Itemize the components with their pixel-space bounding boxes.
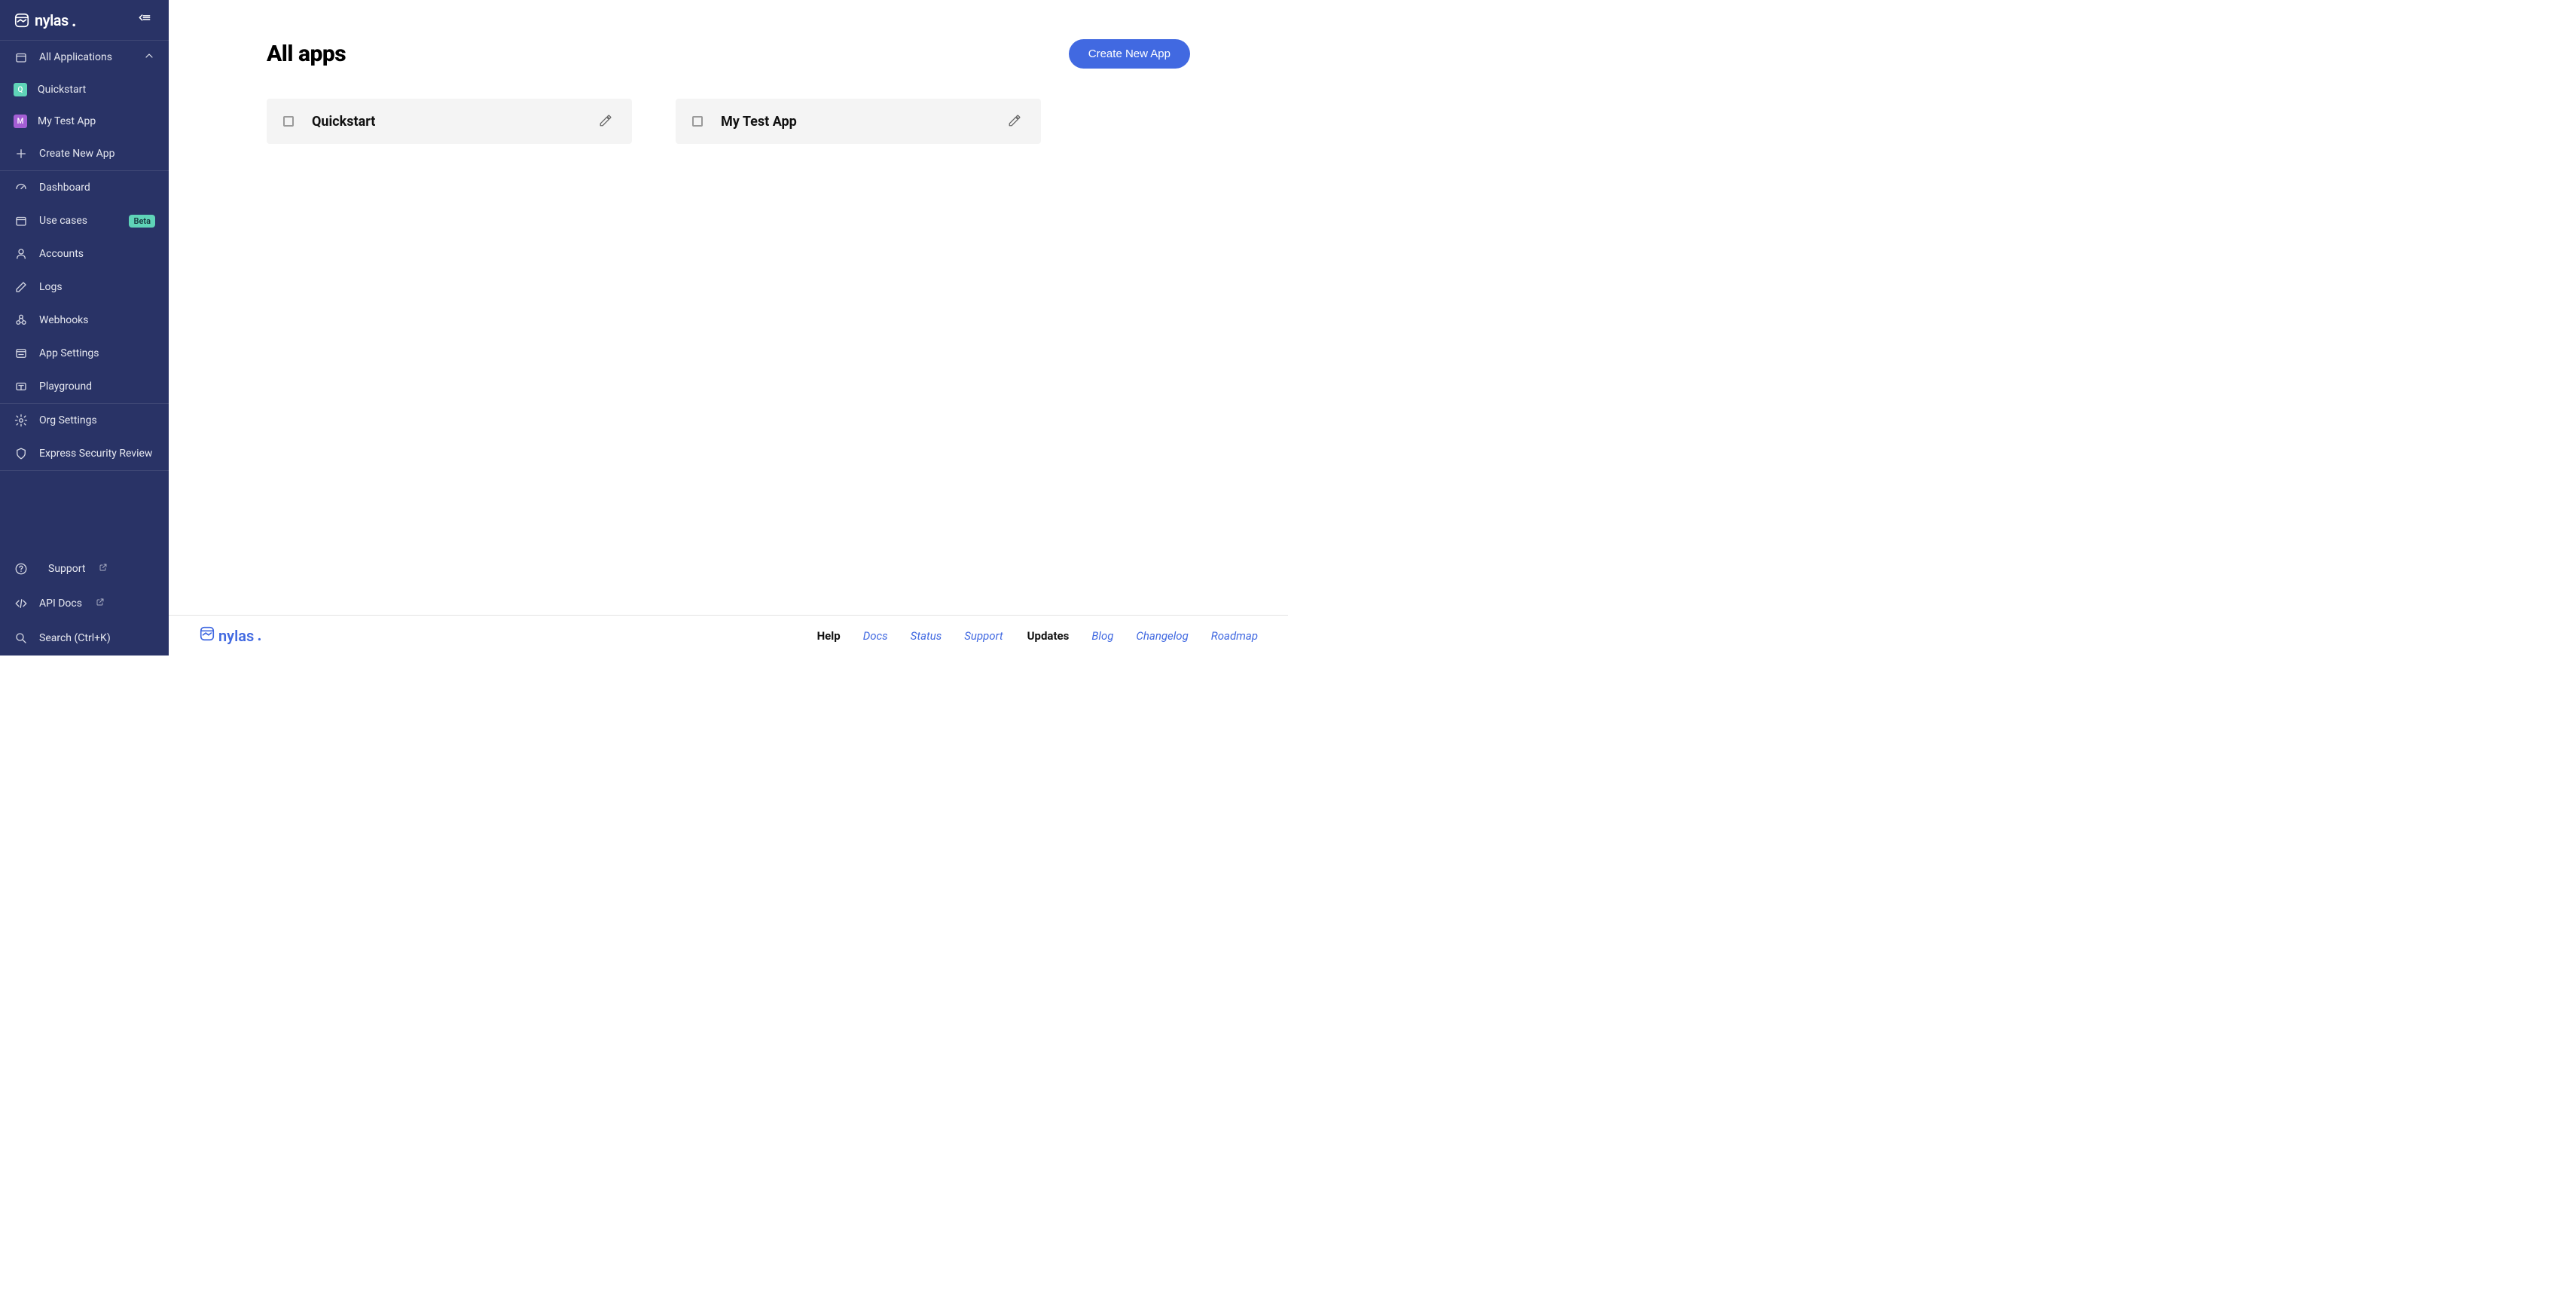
app-thumb-icon	[692, 116, 703, 127]
sidebar-item-security-review[interactable]: Express Security Review	[0, 437, 169, 470]
chevron-up-icon	[143, 50, 155, 65]
sidebar-item-label: App Settings	[39, 347, 155, 359]
sidebar-item-use-cases[interactable]: Use cases Beta	[0, 204, 169, 237]
code-icon	[14, 596, 29, 611]
sidebar-item-label: Logs	[39, 281, 155, 293]
footer-logo[interactable]: nylas.	[199, 625, 262, 646]
external-link-icon	[99, 563, 108, 575]
app-initial-badge: Q	[14, 83, 27, 96]
footer-link-docs[interactable]: Docs	[863, 629, 888, 643]
external-link-icon	[96, 597, 105, 610]
sidebar-item-label: Express Security Review	[39, 448, 155, 460]
search-icon	[14, 631, 29, 646]
sidebar-item-label: Org Settings	[39, 414, 155, 426]
page-title: All apps	[267, 41, 346, 67]
user-icon	[14, 246, 29, 261]
sidebar-item-all-applications[interactable]: All Applications	[0, 41, 169, 74]
sidebar-item-app-settings[interactable]: App Settings	[0, 337, 169, 370]
app-card-name: My Test App	[721, 114, 987, 130]
sidebar-item-org-settings[interactable]: Org Settings	[0, 404, 169, 437]
sidebar-item-accounts[interactable]: Accounts	[0, 237, 169, 270]
sidebar-item-support[interactable]: Support	[0, 552, 169, 586]
sidebar-item-label: Accounts	[39, 248, 155, 260]
sidebar-item-label: API Docs	[39, 597, 82, 610]
shield-icon	[14, 446, 29, 461]
logo-dot: .	[257, 631, 261, 640]
pencil-icon	[599, 114, 612, 130]
footer-link-status[interactable]: Status	[911, 629, 942, 643]
collapse-icon	[137, 11, 152, 29]
logo[interactable]: nylas.	[14, 11, 76, 29]
sidebar-item-label: All Applications	[39, 51, 133, 63]
app-card-name: Quickstart	[312, 114, 578, 130]
pencil-icon	[1008, 114, 1021, 130]
app-initial-badge: M	[14, 115, 27, 128]
pencil-icon	[14, 280, 29, 295]
logo-icon	[14, 11, 32, 29]
logo-text: nylas	[35, 11, 69, 29]
sidebar-item-logs[interactable]: Logs	[0, 270, 169, 304]
plus-icon	[14, 146, 29, 161]
app-thumb-icon	[283, 116, 294, 127]
sidebar-app-my-test-app[interactable]: M My Test App	[0, 105, 169, 137]
applications-icon	[14, 50, 29, 65]
collapse-sidebar-button[interactable]	[134, 8, 155, 32]
help-icon	[14, 561, 29, 576]
sidebar-item-api-docs[interactable]: API Docs	[0, 586, 169, 621]
sidebar-item-label: Use cases	[39, 215, 87, 227]
footer-link-changelog[interactable]: Changelog	[1136, 629, 1188, 643]
sidebar-item-create-new-app[interactable]: Create New App	[0, 137, 169, 170]
gear-icon	[14, 413, 29, 428]
sidebar-item-label: Support	[48, 563, 85, 575]
footer-logo-text: nylas	[218, 627, 254, 645]
edit-app-button[interactable]	[1005, 111, 1024, 133]
footer-link-blog[interactable]: Blog	[1091, 629, 1113, 643]
footer-link-roadmap[interactable]: Roadmap	[1211, 629, 1258, 643]
webhook-icon	[14, 313, 29, 328]
footer-updates-label: Updates	[1027, 629, 1070, 643]
sidebar-item-label: Webhooks	[39, 314, 155, 326]
logo-icon	[199, 625, 215, 646]
settings-window-icon	[14, 346, 29, 361]
app-card[interactable]: Quickstart	[267, 99, 632, 144]
footer-link-support[interactable]: Support	[964, 629, 1003, 643]
sidebar-item-label: Quickstart	[38, 84, 155, 96]
app-card[interactable]: My Test App	[676, 99, 1041, 144]
footer-help-label: Help	[817, 629, 841, 643]
playground-icon	[14, 379, 29, 394]
sidebar-item-label: My Test App	[38, 115, 155, 127]
sidebar-item-label: Search (Ctrl+K)	[39, 632, 111, 644]
edit-app-button[interactable]	[596, 111, 615, 133]
sidebar-item-search[interactable]: Search (Ctrl+K)	[0, 621, 169, 656]
sidebar-app-quickstart[interactable]: Q Quickstart	[0, 74, 169, 105]
create-new-app-button[interactable]: Create New App	[1069, 39, 1190, 69]
sidebar-item-playground[interactable]: Playground	[0, 370, 169, 403]
beta-badge: Beta	[129, 215, 155, 228]
sidebar-item-dashboard[interactable]: Dashboard	[0, 171, 169, 204]
sidebar-item-label: Create New App	[39, 148, 155, 160]
sidebar-item-webhooks[interactable]: Webhooks	[0, 304, 169, 337]
gauge-icon	[14, 180, 29, 195]
sidebar-item-label: Dashboard	[39, 182, 155, 194]
logo-dot: .	[72, 16, 76, 25]
sidebar-item-label: Playground	[39, 380, 155, 393]
window-icon	[14, 213, 29, 228]
